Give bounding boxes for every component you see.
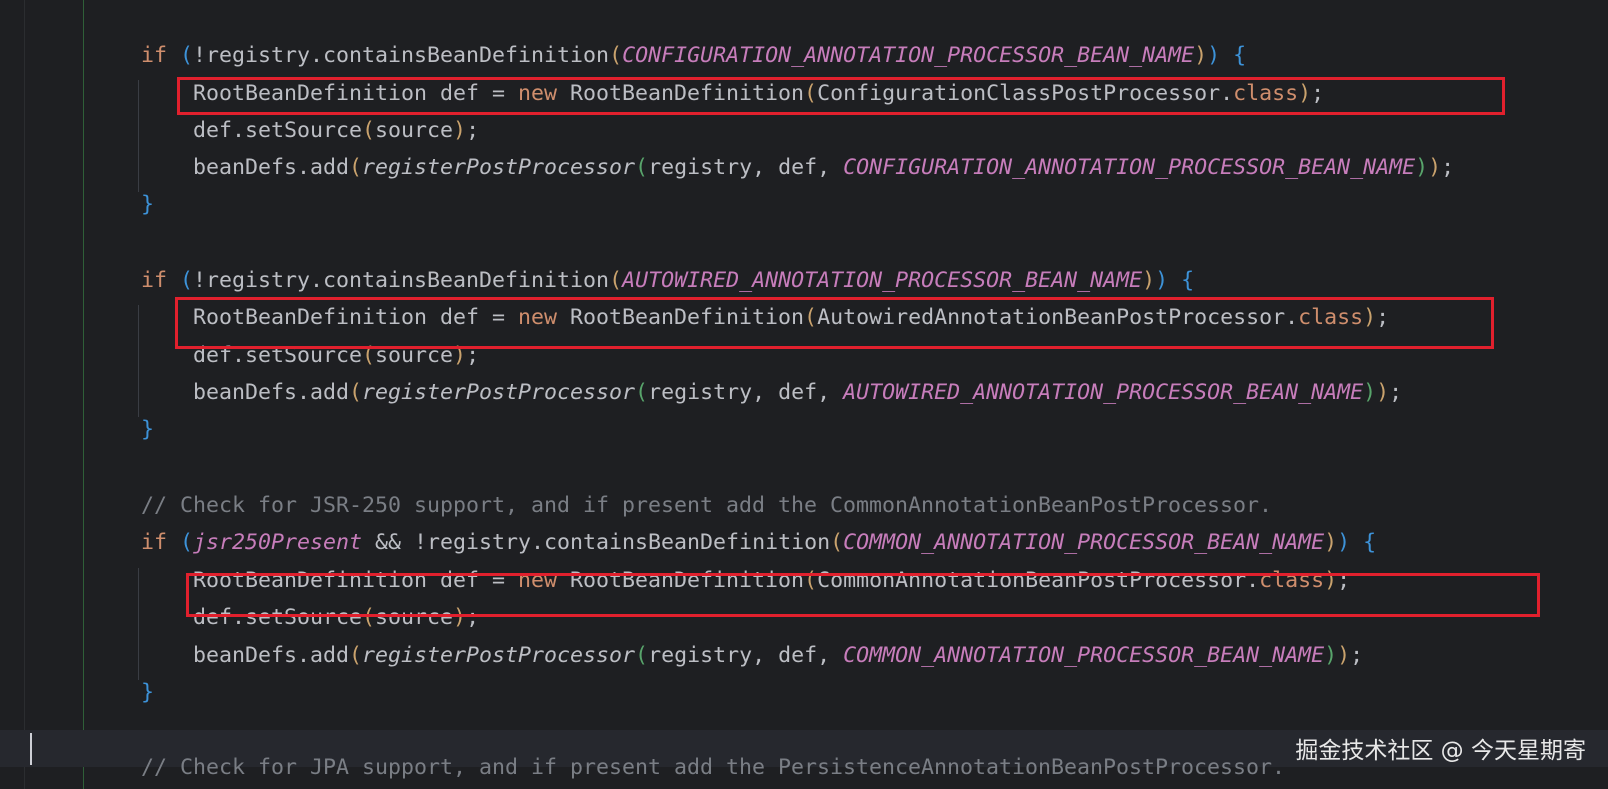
code-token: ) bbox=[453, 118, 467, 143]
code-token: registry, def, bbox=[648, 155, 844, 180]
code-token: // Check for JSR-250 support, and if pre… bbox=[141, 493, 1273, 518]
code-token: ) bbox=[1324, 530, 1338, 555]
code-token: && !registry.containsBeanDefinition bbox=[362, 530, 831, 555]
code-token: ( bbox=[349, 155, 363, 180]
code-token: ; bbox=[1350, 643, 1364, 668]
code-token: { bbox=[1181, 268, 1195, 293]
code-token: ) bbox=[1376, 380, 1390, 405]
code-token: ) bbox=[1142, 268, 1156, 293]
code-line: if (!registry.containsBeanDefinition(AUT… bbox=[141, 265, 1194, 297]
code-line: def.setSource(source); bbox=[141, 115, 479, 147]
code-token: // Check for JPA support, and if present… bbox=[141, 755, 1286, 780]
code-token: CONFIGURATION_ANNOTATION_PROCESSOR_BEAN_… bbox=[843, 155, 1416, 180]
code-token: ) bbox=[1428, 155, 1442, 180]
highlight-box-configuration bbox=[177, 77, 1505, 115]
code-token: } bbox=[141, 417, 155, 442]
code-token: ( bbox=[362, 118, 376, 143]
code-token: ( bbox=[180, 43, 194, 68]
code-token: registry, def, bbox=[648, 380, 844, 405]
code-token: { bbox=[1233, 43, 1247, 68]
code-token: ) bbox=[1207, 43, 1221, 68]
code-token: ; bbox=[466, 118, 480, 143]
code-token: ( bbox=[349, 380, 363, 405]
code-token: if bbox=[141, 268, 181, 293]
code-token: { bbox=[1363, 530, 1377, 555]
code-line: beanDefs.add(registerPostProcessor(regis… bbox=[141, 152, 1454, 184]
code-token: ; bbox=[1441, 155, 1455, 180]
code-token: AUTOWIRED_ANNOTATION_PROCESSOR_BEAN_NAME bbox=[622, 268, 1143, 293]
code-token: if bbox=[141, 530, 181, 555]
code-token: ) bbox=[1337, 643, 1351, 668]
code-line: // Check for JPA support, and if present… bbox=[141, 752, 1285, 784]
code-token: } bbox=[141, 192, 155, 217]
code-token: !registry.containsBeanDefinition bbox=[193, 268, 610, 293]
code-line: // Check for JSR-250 support, and if pre… bbox=[141, 490, 1272, 522]
watermark: 掘金技术社区 @ 今天星期寄 bbox=[1295, 738, 1586, 764]
code-token: registerPostProcessor bbox=[362, 155, 636, 180]
code-token: COMMON_ANNOTATION_PROCESSOR_BEAN_NAME bbox=[843, 643, 1325, 668]
code-token: ( bbox=[349, 643, 363, 668]
code-token: } bbox=[141, 680, 155, 705]
code-token: ( bbox=[180, 268, 194, 293]
highlight-box-autowired bbox=[175, 297, 1494, 349]
code-token: registerPostProcessor bbox=[362, 643, 636, 668]
code-token: ( bbox=[635, 155, 649, 180]
code-token: registerPostProcessor bbox=[362, 380, 636, 405]
code-token: beanDefs.add bbox=[141, 643, 350, 668]
code-line: if (jsr250Present && !registry.containsB… bbox=[141, 527, 1376, 559]
code-token: ) bbox=[1155, 268, 1169, 293]
code-token: ; bbox=[1389, 380, 1403, 405]
code-line: } bbox=[141, 414, 154, 446]
code-token: def.setSource bbox=[141, 118, 363, 143]
code-token: ( bbox=[635, 643, 649, 668]
code-token: !registry.containsBeanDefinition bbox=[193, 43, 610, 68]
code-token: jsr250Present bbox=[193, 530, 363, 555]
code-token: ) bbox=[1337, 530, 1351, 555]
code-line: beanDefs.add(registerPostProcessor(regis… bbox=[141, 640, 1363, 672]
code-token: registry, def, bbox=[648, 643, 844, 668]
code-token: ) bbox=[1194, 43, 1208, 68]
code-line: } bbox=[141, 677, 154, 709]
text-caret bbox=[30, 733, 32, 765]
code-token: ) bbox=[1415, 155, 1429, 180]
code-line: beanDefs.add(registerPostProcessor(regis… bbox=[141, 377, 1402, 409]
highlight-box-common bbox=[186, 573, 1540, 617]
code-token: ( bbox=[635, 380, 649, 405]
code-token: if bbox=[141, 43, 181, 68]
code-token: ) bbox=[1363, 380, 1377, 405]
code-token: ) bbox=[1324, 643, 1338, 668]
code-token: ( bbox=[609, 268, 623, 293]
code-line: } bbox=[141, 189, 154, 221]
code-token: ( bbox=[830, 530, 844, 555]
code-token: COMMON_ANNOTATION_PROCESSOR_BEAN_NAME bbox=[843, 530, 1325, 555]
code-token: beanDefs.add bbox=[141, 155, 350, 180]
code-editor[interactable]: if (!registry.containsBeanDefinition(CON… bbox=[0, 0, 1608, 789]
code-token: source bbox=[375, 118, 454, 143]
code-token: CONFIGURATION_ANNOTATION_PROCESSOR_BEAN_… bbox=[622, 43, 1195, 68]
code-token: AUTOWIRED_ANNOTATION_PROCESSOR_BEAN_NAME bbox=[843, 380, 1364, 405]
code-line: if (!registry.containsBeanDefinition(CON… bbox=[141, 40, 1246, 72]
code-token: ( bbox=[180, 530, 194, 555]
code-token: ( bbox=[609, 43, 623, 68]
code-token: beanDefs.add bbox=[141, 380, 350, 405]
